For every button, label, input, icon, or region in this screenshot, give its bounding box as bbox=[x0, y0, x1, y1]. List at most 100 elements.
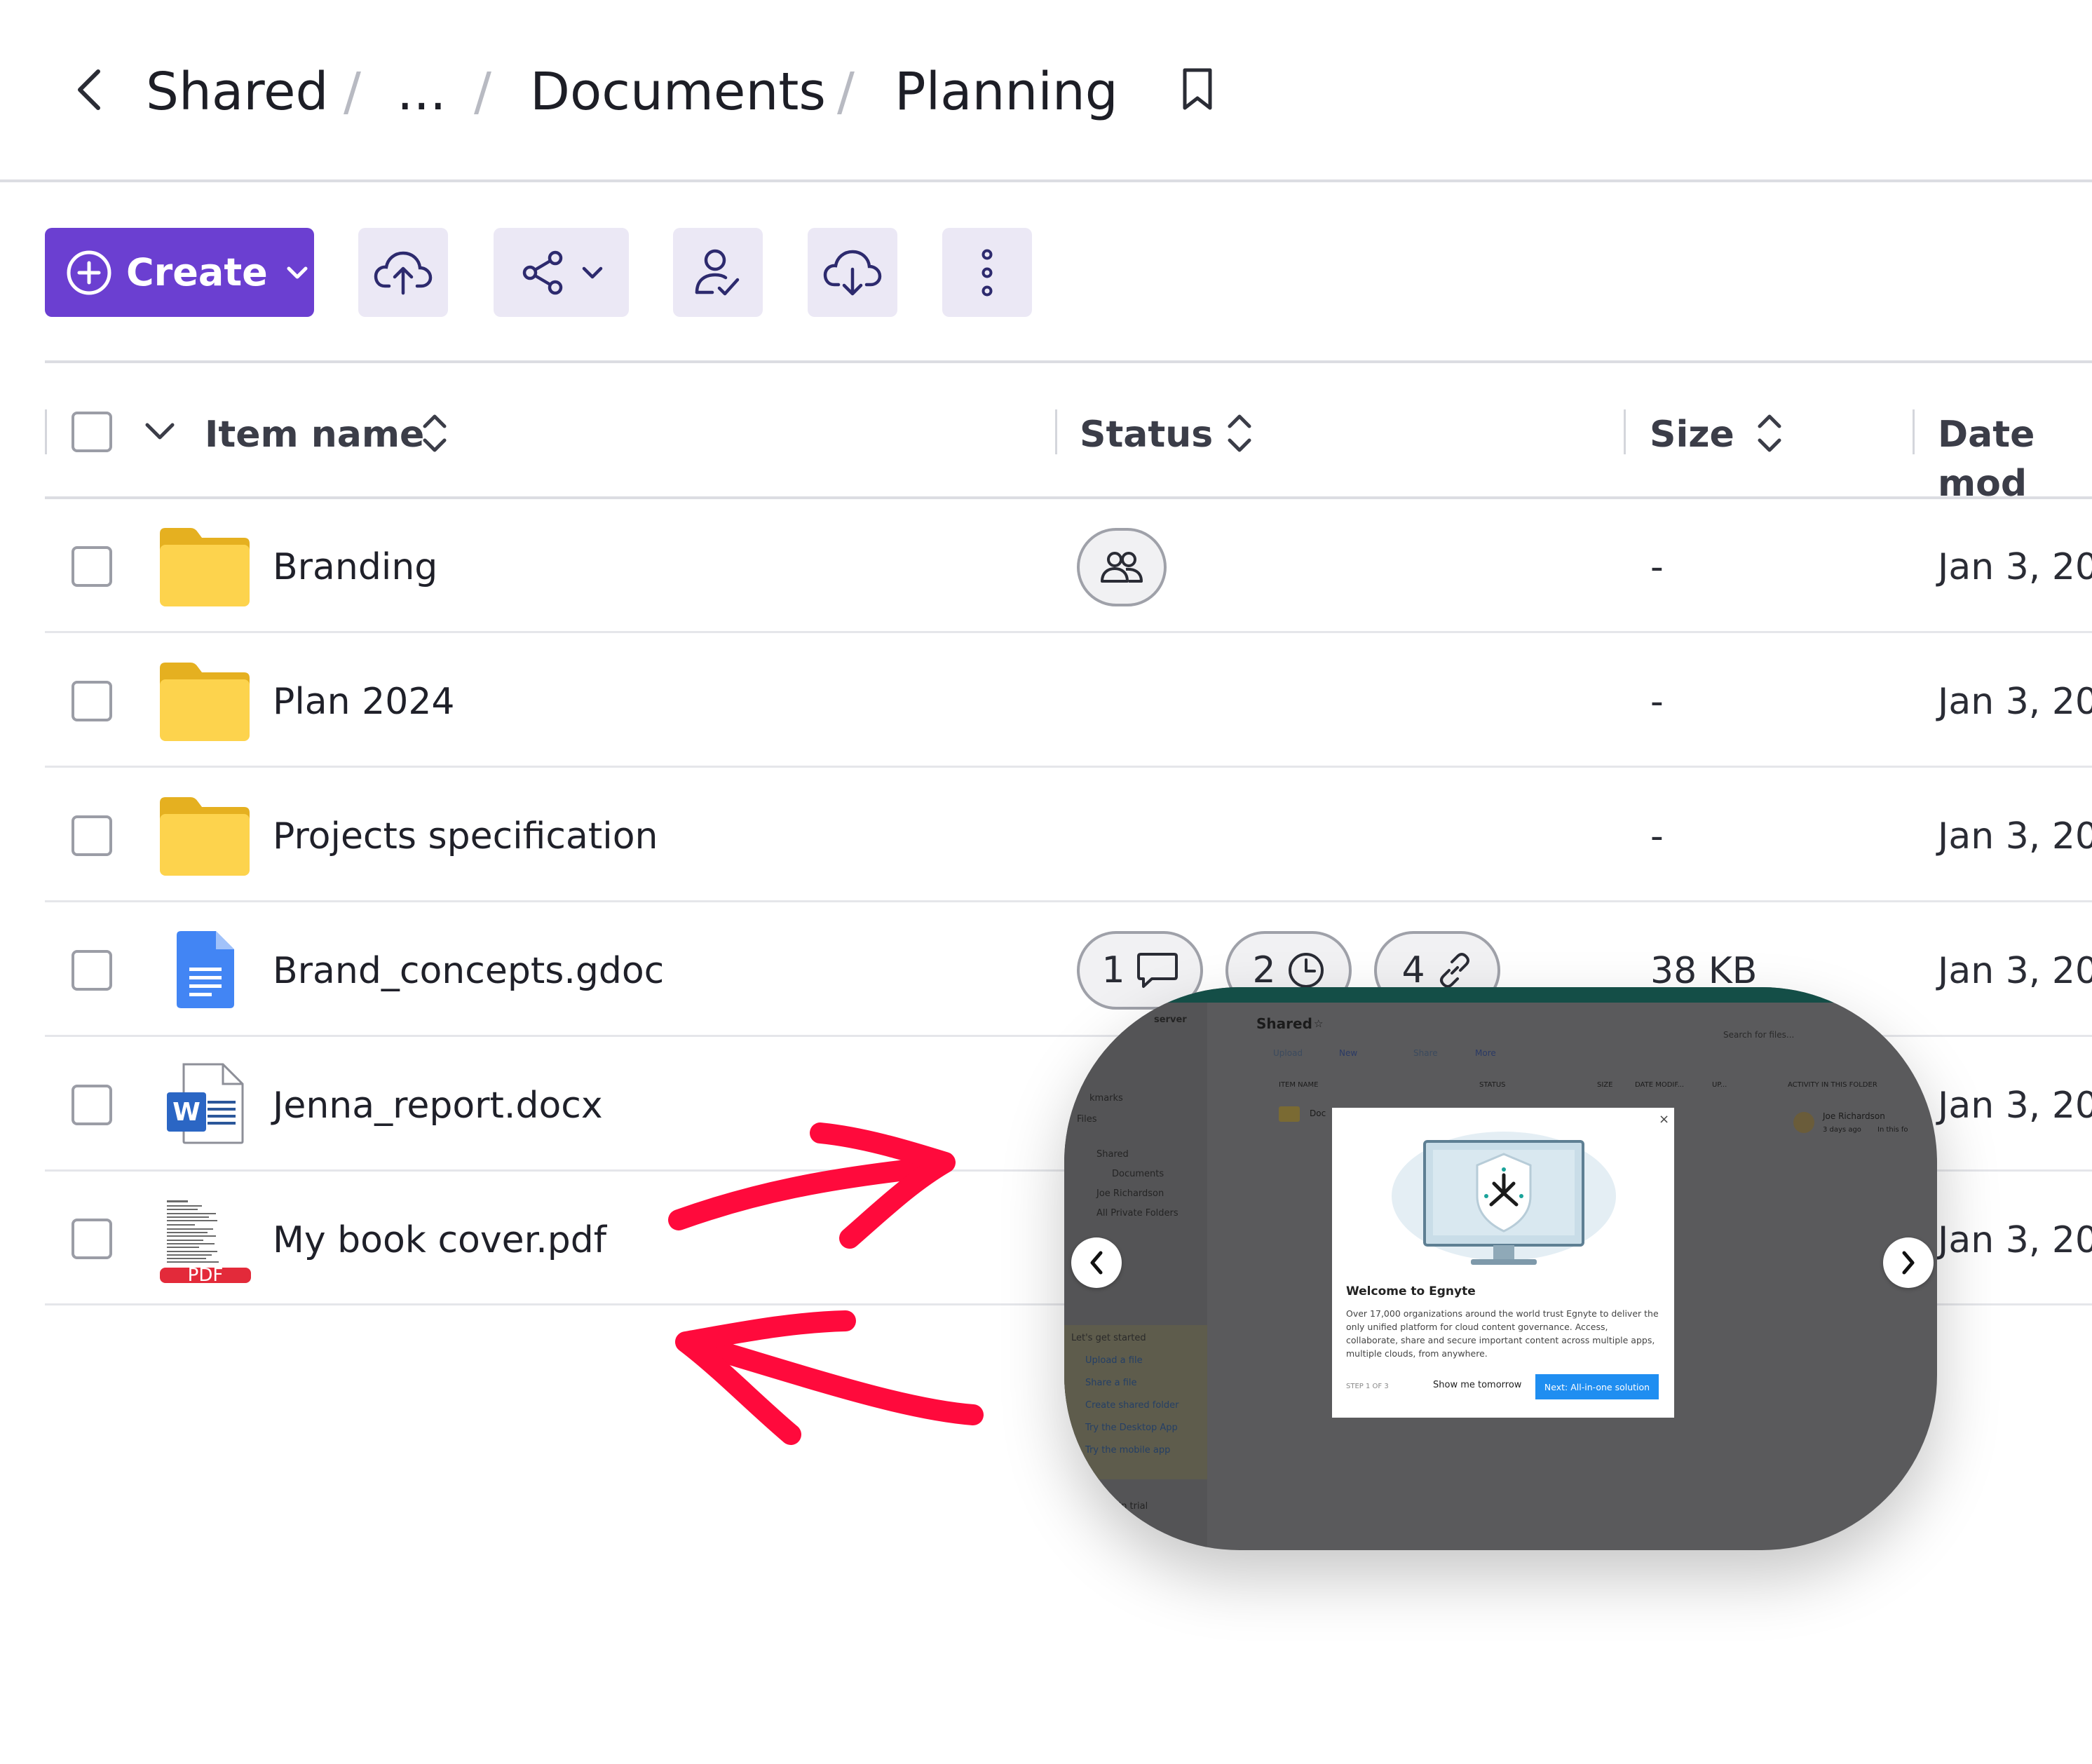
next-slide-button[interactable] bbox=[1883, 1237, 1934, 1288]
breadcrumb-separator: / bbox=[344, 62, 361, 122]
comments-count: 1 bbox=[1101, 949, 1125, 991]
breadcrumb-shared[interactable]: Shared bbox=[146, 60, 329, 123]
preview-column: ITEM NAME bbox=[1279, 1081, 1319, 1089]
preview-sidebar-item: All Private Folders bbox=[1096, 1208, 1179, 1219]
item-size: - bbox=[1650, 681, 1664, 723]
bookmark-icon[interactable] bbox=[1181, 67, 1214, 115]
preview-action: Share bbox=[1413, 1048, 1438, 1058]
row-checkbox[interactable] bbox=[72, 1219, 112, 1259]
getting-started-item: Try the Desktop App bbox=[1085, 1423, 1178, 1433]
preview-sidebar-item: server bbox=[1154, 1015, 1187, 1025]
item-name[interactable]: My book cover.pdf bbox=[273, 1216, 606, 1265]
create-button[interactable]: Create bbox=[45, 228, 314, 317]
preview-avatar bbox=[1793, 1112, 1814, 1133]
item-name[interactable]: Brand_concepts.gdoc bbox=[273, 947, 664, 996]
more-vertical-icon bbox=[980, 249, 994, 297]
preview-sidebar-item: Documents bbox=[1112, 1169, 1164, 1179]
trial-text: ft in trial bbox=[1109, 1501, 1148, 1512]
breadcrumb-separator: / bbox=[837, 62, 855, 122]
preview-search: Search for files... bbox=[1723, 1030, 1795, 1040]
breadcrumb-separator: / bbox=[474, 62, 491, 122]
close-icon[interactable]: × bbox=[1659, 1112, 1669, 1127]
preview-action: Upload bbox=[1273, 1048, 1303, 1058]
folder-icon bbox=[160, 661, 250, 744]
welcome-dialog: × Welcome to Egnyte Over 17,000 organiza… bbox=[1332, 1108, 1674, 1418]
chevron-right-icon bbox=[1900, 1250, 1917, 1275]
sort-icon[interactable] bbox=[422, 411, 447, 459]
sort-icon[interactable] bbox=[1227, 411, 1252, 459]
item-date: Jan 3, 20 bbox=[1938, 546, 2092, 588]
getting-started-item: Upload a file bbox=[1085, 1355, 1143, 1366]
item-date: Jan 3, 20 bbox=[1938, 1085, 2092, 1127]
preview-column: DATE MODIF... bbox=[1635, 1081, 1685, 1089]
cloud-upload-icon bbox=[374, 250, 433, 296]
user-check-icon bbox=[694, 247, 742, 298]
preview-column: STATUS bbox=[1479, 1081, 1506, 1089]
folder-icon bbox=[160, 527, 250, 609]
manage-access-button[interactable] bbox=[673, 228, 763, 317]
preview-activity-user: Joe Richardson bbox=[1823, 1111, 1885, 1121]
previous-slide-button[interactable] bbox=[1071, 1237, 1122, 1288]
preview-title: Shared bbox=[1256, 1015, 1312, 1032]
column-header-name[interactable]: Item name bbox=[205, 410, 424, 459]
item-date: Jan 3, 20 bbox=[1938, 950, 2092, 992]
upload-button[interactable] bbox=[358, 228, 448, 317]
pdf-label: PDF bbox=[187, 1265, 224, 1286]
item-date: Jan 3, 20 bbox=[1938, 681, 2092, 723]
item-name[interactable]: Jenna_report.docx bbox=[273, 1081, 603, 1130]
clock-icon bbox=[1287, 951, 1325, 989]
getting-started-item: Share a file bbox=[1085, 1378, 1137, 1388]
shared-status-badge[interactable] bbox=[1077, 528, 1167, 606]
share-icon bbox=[520, 250, 566, 296]
column-header-status[interactable]: Status bbox=[1080, 410, 1213, 459]
more-button[interactable] bbox=[942, 228, 1032, 317]
row-checkbox[interactable] bbox=[72, 1085, 112, 1125]
item-date: Jan 3, 20 bbox=[1938, 1219, 2092, 1261]
arrow-pointing-left-icon bbox=[672, 1310, 984, 1447]
getting-started-item: Create shared folder bbox=[1085, 1400, 1179, 1411]
row-divider bbox=[45, 900, 2092, 902]
show-me-tomorrow-button[interactable]: Show me tomorrow bbox=[1433, 1380, 1521, 1390]
users-icon bbox=[1099, 550, 1144, 584]
preview-column: SIZE bbox=[1597, 1081, 1613, 1089]
row-checkbox[interactable] bbox=[72, 681, 112, 721]
preview-row-name: Doc bbox=[1310, 1108, 1326, 1118]
arrow-pointing-right-icon bbox=[668, 1115, 956, 1251]
back-icon[interactable] bbox=[73, 67, 107, 115]
links-count: 4 bbox=[1401, 949, 1425, 991]
next-button[interactable]: Next: All-in-one solution bbox=[1535, 1374, 1659, 1399]
preview-activity-location: In this fo bbox=[1877, 1126, 1908, 1134]
select-all-checkbox[interactable] bbox=[72, 412, 112, 452]
header-divider bbox=[0, 179, 2092, 182]
versions-count: 2 bbox=[1252, 949, 1276, 991]
cloud-download-icon bbox=[823, 248, 882, 297]
download-button[interactable] bbox=[808, 228, 897, 317]
share-button[interactable] bbox=[494, 228, 629, 317]
breadcrumb-planning: Planning bbox=[895, 62, 1118, 122]
sort-icon[interactable] bbox=[1757, 411, 1782, 459]
row-checkbox[interactable] bbox=[72, 815, 112, 856]
item-name[interactable]: Projects specification bbox=[273, 812, 658, 861]
row-checkbox[interactable] bbox=[72, 950, 112, 991]
preview-folder-icon bbox=[1279, 1106, 1300, 1122]
security-monitor-illustration bbox=[1388, 1126, 1619, 1276]
row-divider bbox=[45, 631, 2092, 633]
item-name[interactable]: Branding bbox=[273, 543, 437, 592]
row-checkbox[interactable] bbox=[72, 546, 112, 587]
breadcrumb-documents[interactable]: Documents bbox=[530, 60, 826, 123]
word-doc-icon: W bbox=[165, 1063, 244, 1147]
column-header-date[interactable]: Date mod bbox=[1938, 410, 2092, 508]
getting-started-panel: Let's get started Upload a file Share a … bbox=[1064, 1325, 1207, 1479]
google-doc-icon bbox=[177, 931, 234, 1011]
chevron-down-icon[interactable] bbox=[144, 422, 175, 443]
preview-activity-time: 3 days ago bbox=[1823, 1126, 1861, 1134]
preview-sidebar-item: Files bbox=[1077, 1114, 1097, 1125]
column-header-size[interactable]: Size bbox=[1650, 410, 1734, 459]
getting-started-item: Try the mobile app bbox=[1085, 1445, 1171, 1456]
breadcrumb-ellipsis[interactable]: ... bbox=[397, 60, 447, 123]
item-name[interactable]: Plan 2024 bbox=[273, 677, 455, 726]
preview-sidebar-item: Joe Richardson bbox=[1096, 1188, 1164, 1199]
comment-icon bbox=[1136, 951, 1179, 989]
preview-sidebar-item: Shared bbox=[1096, 1149, 1129, 1160]
video-preview-card[interactable]: server kmarks Files Shared Documents Joe… bbox=[1064, 987, 1937, 1550]
